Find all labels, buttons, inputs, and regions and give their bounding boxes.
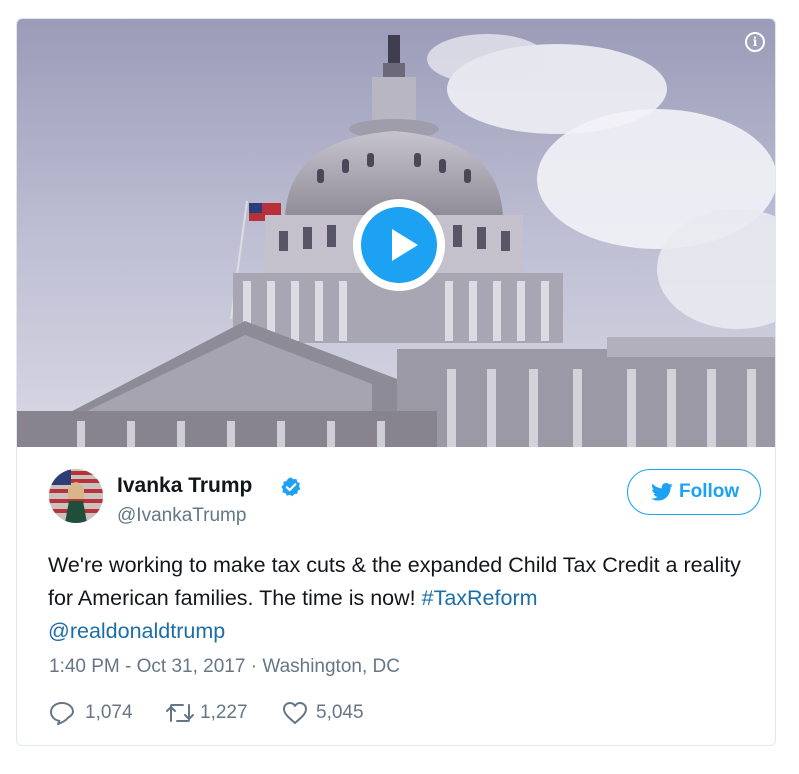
reply-button[interactable]: 1,074 (49, 699, 149, 727)
play-button[interactable] (353, 199, 445, 291)
retweet-count: 1,227 (200, 702, 248, 723)
play-icon (361, 207, 437, 283)
mention-link[interactable]: @realdonaldtrump (48, 619, 225, 643)
author-name[interactable]: Ivanka Trump (117, 474, 252, 498)
hashtag-link[interactable]: #TaxReform (422, 586, 538, 610)
author-handle[interactable]: @IvankaTrump (117, 505, 246, 527)
like-count: 5,045 (316, 702, 364, 723)
retweet-icon (166, 704, 194, 722)
reply-count: 1,074 (85, 702, 133, 723)
meta-separator: · (245, 656, 263, 677)
reply-icon (50, 702, 74, 725)
tweet-card: i Ivanka Trump @IvankaTrump Follow We're… (16, 18, 776, 746)
twitter-bird-icon (651, 483, 673, 501)
video-player[interactable]: i (17, 19, 775, 447)
follow-button[interactable]: Follow (627, 469, 761, 515)
timestamp-link[interactable]: 1:40 PM - Oct 31, 2017 (49, 656, 245, 677)
like-button[interactable]: 5,045 (282, 699, 392, 727)
avatar[interactable] (49, 469, 103, 523)
verified-badge-icon (281, 477, 301, 497)
tweet-actions: 1,074 1,227 5,045 (49, 699, 749, 727)
tweet-header: Ivanka Trump @IvankaTrump Follow (49, 469, 761, 529)
retweet-button[interactable]: 1,227 (164, 699, 274, 727)
heart-icon (283, 702, 307, 724)
tweet-text: We're working to make tax cuts & the exp… (48, 549, 758, 648)
follow-label: Follow (679, 481, 740, 502)
info-icon[interactable]: i (745, 32, 765, 52)
tweet-meta: 1:40 PM - Oct 31, 2017 · Washington, DC (49, 656, 400, 678)
location-link[interactable]: Washington, DC (262, 656, 400, 677)
tweet-body: We're working to make tax cuts & the exp… (48, 553, 741, 610)
